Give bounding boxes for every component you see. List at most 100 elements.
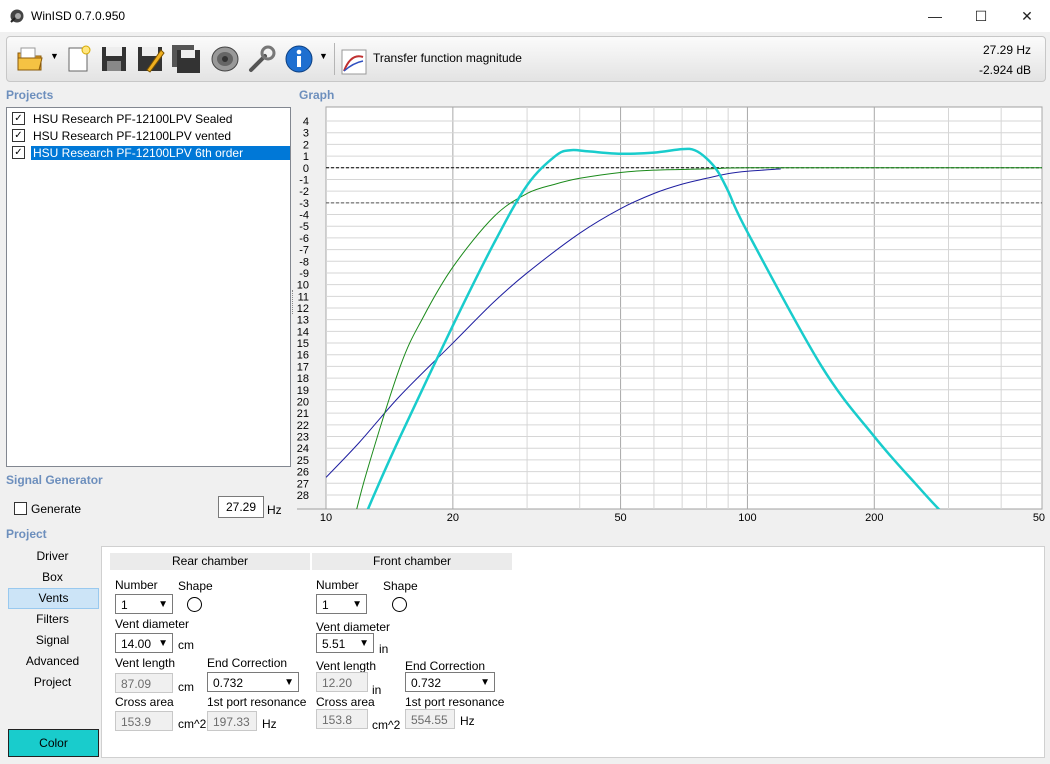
rear-length-unit: cm [178,680,194,694]
graph-heading: Graph [299,88,335,102]
front-end-correction-select[interactable]: 0.732 ▼ [405,672,495,692]
rear-diameter-unit: cm [178,638,194,652]
y-tick-label: -16 [297,350,309,362]
rear-end-correction-select[interactable]: 0.732 ▼ [207,672,299,692]
y-tick-label: -4 [299,210,309,222]
front-chamber-header: Front chamber [312,553,512,570]
new-project-icon[interactable] [63,44,93,74]
project-item-sealed[interactable]: ✓ HSU Research PF-12100LPV Sealed [9,111,290,127]
y-tick-label: -3 [299,198,309,210]
project-item-vented[interactable]: ✓ HSU Research PF-12100LPV vented [9,128,290,144]
front-number-label: Number [316,578,359,592]
nav-advanced[interactable]: Advanced [8,652,97,671]
front-length-field: 12.20 [316,672,368,692]
project-item-6th-order[interactable]: ✓ HSU Research PF-12100LPV 6th order [9,145,290,161]
rear-end-correction-value: 0.732 [213,676,244,690]
x-tick-label: 50 [614,512,626,524]
front-cross-area-unit: cm^2 [372,718,401,732]
y-tick-label: -8 [299,256,309,268]
open-folder-icon[interactable] [15,44,45,74]
y-tick-label: -11 [297,291,309,303]
cursor-frequency-readout: 27.29 Hz [982,43,1031,57]
front-diameter-label: Vent diameter [316,620,391,634]
projects-list[interactable]: ✓ HSU Research PF-12100LPV Sealed ✓ HSU … [6,107,291,467]
y-tick-label: -22 [297,420,309,432]
nav-box[interactable]: Box [8,568,97,587]
frequency-response-graph[interactable]: 43210-1-2-3-4-5-6-7-8-9-10-11-12-13-14-1… [297,104,1045,528]
y-tick-label: -18 [297,373,309,385]
app-speaker-icon [10,9,24,23]
rear-number-select[interactable]: 1 ▼ [115,594,173,614]
generator-frequency-unit: Hz [267,503,282,517]
save-as-icon[interactable] [135,44,165,74]
front-cross-area-label: Cross area [316,695,375,709]
project-heading: Project [6,527,47,541]
project-label[interactable]: HSU Research PF-12100LPV Sealed [31,112,234,126]
project-checkbox[interactable]: ✓ [12,112,25,125]
y-tick-label: -20 [297,396,309,408]
y-tick-label: -26 [297,467,309,479]
rear-diameter-value: 14.00 [121,637,152,651]
front-shape-circle-icon[interactable] [392,597,407,612]
y-tick-label: -19 [297,385,309,397]
y-tick-label: 0 [303,163,309,175]
y-tick-label: -23 [297,432,309,444]
window-title: WinISD 0.7.0.950 [31,9,126,23]
project-label[interactable]: HSU Research PF-12100LPV 6th order [31,146,290,160]
driver-speaker-icon[interactable] [210,44,240,74]
y-tick-label: -7 [299,245,309,257]
front-diameter-unit: in [379,642,389,656]
toolbar-separator [334,43,335,75]
project-label[interactable]: HSU Research PF-12100LPV vented [31,129,233,143]
y-tick-label: -27 [297,478,309,490]
save-icon[interactable] [99,44,129,74]
save-all-icon[interactable] [171,44,201,74]
y-tick-label: -15 [297,338,309,350]
y-tick-label: -2 [299,186,309,198]
front-resonance-unit: Hz [460,714,475,728]
nav-vents[interactable]: Vents [8,588,99,609]
projects-heading: Projects [6,88,54,102]
color-button[interactable]: Color [8,729,99,757]
front-end-correction-value: 0.732 [411,676,442,690]
chevron-down-icon: ▼ [352,599,362,610]
y-tick-label: -10 [297,280,309,292]
generator-frequency-input[interactable]: 27.29 [218,496,264,518]
chevron-down-icon: ▼ [284,677,294,688]
maximize-button[interactable]: ☐ [958,0,1004,32]
front-length-label: Vent length [316,659,377,673]
graph-type-label[interactable]: Transfer function magnitude [373,51,522,65]
generate-checkbox[interactable] [14,502,27,515]
minimize-button[interactable]: — [912,0,958,32]
info-dropdown-icon[interactable]: ▼ [319,51,328,61]
graph-type-icon[interactable] [341,49,367,75]
project-checkbox[interactable]: ✓ [12,129,25,142]
rear-shape-circle-icon[interactable] [187,597,202,612]
y-tick-label: -5 [299,221,309,233]
nav-filters[interactable]: Filters [8,610,97,629]
generate-label[interactable]: Generate [31,502,81,516]
y-tick-label: -17 [297,361,309,373]
y-tick-label: 4 [303,116,309,128]
nav-project[interactable]: Project [8,673,97,692]
y-tick-label: -28 [297,490,309,502]
rear-diameter-select[interactable]: 14.00 ▼ [115,633,173,653]
close-button[interactable]: ✕ [1004,0,1050,32]
project-checkbox[interactable]: ✓ [12,146,25,159]
tools-wrench-icon[interactable] [247,44,277,74]
front-number-value: 1 [322,598,329,612]
front-resonance-field: 554.55 [405,709,455,729]
info-icon[interactable] [284,44,314,74]
nav-driver[interactable]: Driver [8,547,97,566]
front-number-select[interactable]: 1 ▼ [316,594,367,614]
x-tick-label: 10 [320,512,332,524]
y-tick-label: -25 [297,455,309,467]
rear-diameter-label: Vent diameter [115,617,190,631]
front-resonance-label: 1st port resonance [405,695,505,709]
splitter-grip[interactable] [292,290,295,314]
rear-cross-area-field: 153.9 [115,711,173,731]
chevron-down-icon: ▼ [480,677,490,688]
front-diameter-select[interactable]: 5.51 ▼ [316,633,374,653]
open-dropdown-icon[interactable]: ▼ [50,51,59,61]
nav-signal[interactable]: Signal [8,631,97,650]
